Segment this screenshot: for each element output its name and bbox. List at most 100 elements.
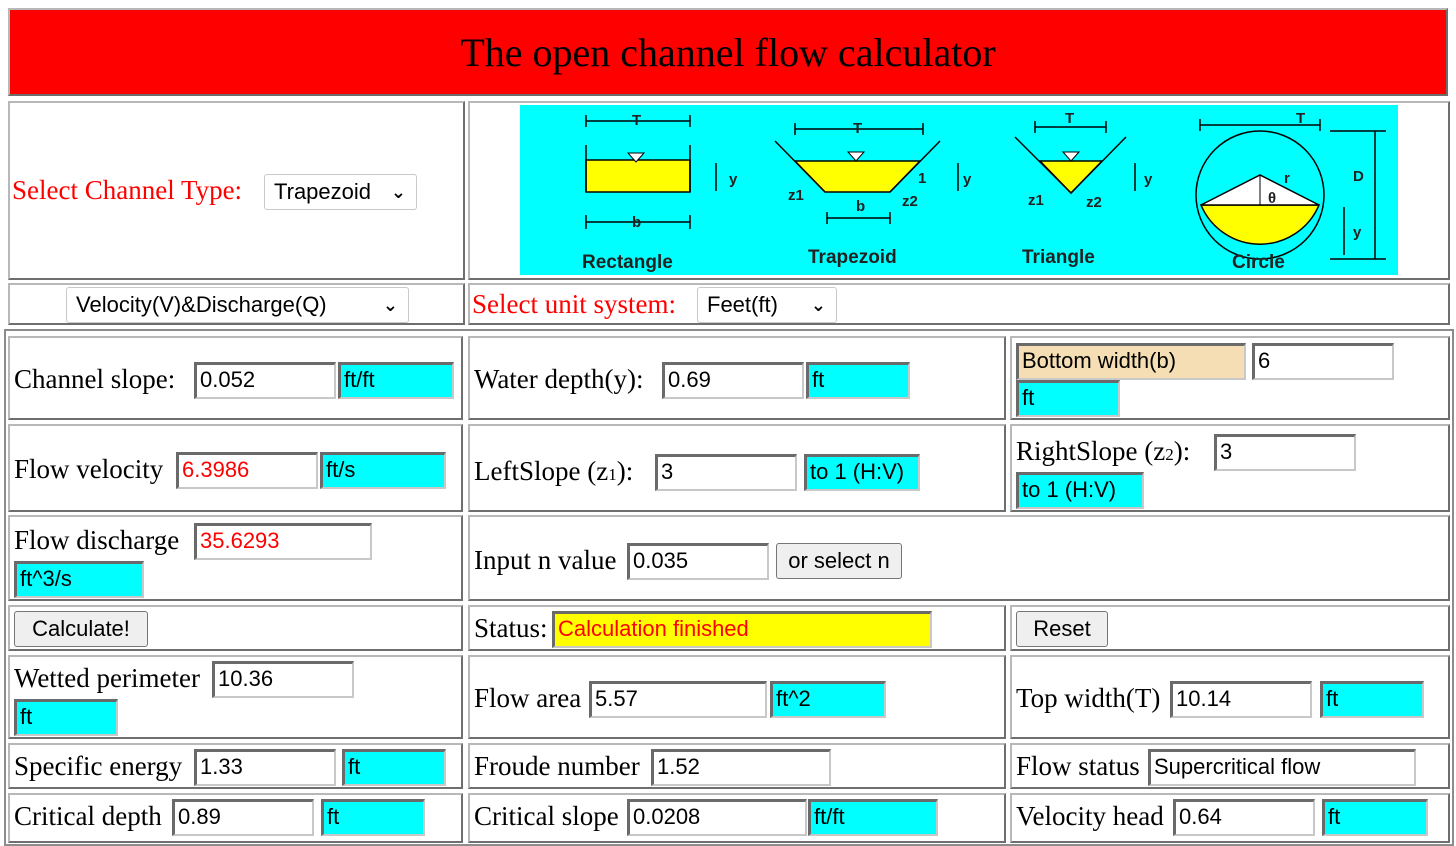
top-width-cell: Top width(T) 10.14 ft <box>1010 655 1450 739</box>
critical-depth-unit[interactable]: ft <box>321 799 425 836</box>
froude-output[interactable]: 1.52 <box>651 749 831 786</box>
left-slope-unit[interactable]: to 1 (H:V) <box>804 454 920 491</box>
top-width-label: Top width(T) <box>1016 683 1161 713</box>
critical-slope-output[interactable]: 0.0208 <box>627 799 807 836</box>
rect-y-label: y <box>729 171 738 188</box>
trapezoid-caption: Trapezoid <box>808 247 897 268</box>
circ-y-label: y <box>1353 224 1362 241</box>
discharge-cell: Flow discharge 35.6293 ft^3/s <box>8 515 463 601</box>
flow-status-output[interactable]: Supercritical flow <box>1148 749 1416 786</box>
calculate-cell: Calculate! <box>8 605 463 651</box>
n-value-cell: Input n value 0.035 or select n <box>468 515 1450 601</box>
channel-type-value: Trapezoid <box>274 179 372 204</box>
n-value-input[interactable]: 0.035 <box>627 543 769 580</box>
trap-b-label: b <box>856 198 865 215</box>
flow-area-output[interactable]: 5.57 <box>589 681 767 718</box>
reset-button[interactable]: Reset <box>1016 611 1108 647</box>
depth-input[interactable]: 0.69 <box>662 362 804 399</box>
trap-y-label: y <box>963 171 972 188</box>
channel-type-cell: Select Channel Type: Trapezoid ⌄ <box>8 101 465 280</box>
right-slope-label: RightSlope (z2): <box>1016 436 1191 466</box>
n-value-label: Input n value <box>474 545 617 575</box>
bottom-width-input[interactable]: 6 <box>1252 343 1394 380</box>
velocity-head-output[interactable]: 0.64 <box>1173 799 1315 836</box>
circle-diagram: T θ r D y Circle <box>1195 110 1386 273</box>
slope-unit[interactable]: ft/ft <box>338 362 454 399</box>
wetted-perimeter-unit[interactable]: ft <box>14 699 118 736</box>
discharge-label: Flow discharge <box>14 525 180 555</box>
triangle-caption: Triangle <box>1022 247 1095 268</box>
slope-cell: Channel slope: 0.052 ft/ft <box>8 336 463 420</box>
trap-z1-label: z1 <box>788 187 804 204</box>
critical-depth-label: Critical depth <box>14 801 162 831</box>
rect-b-label: b <box>632 214 641 231</box>
trap-z2-label: z2 <box>902 193 918 210</box>
channel-shapes-svg: T y b Rectangle T y z1 z2 1 b Trapezoid … <box>582 110 1386 273</box>
critical-slope-label: Critical slope <box>474 801 619 831</box>
unit-system-label: Select unit system: <box>472 289 676 319</box>
tri-z2-label: z2 <box>1086 194 1102 211</box>
discharge-output[interactable]: 35.6293 <box>194 523 372 560</box>
velocity-output[interactable]: 6.3986 <box>176 452 318 489</box>
velocity-head-cell: Velocity head 0.64 ft <box>1010 793 1450 843</box>
slope-input[interactable]: 0.052 <box>194 362 336 399</box>
trap-one-label: 1 <box>918 170 926 187</box>
right-slope-input[interactable]: 3 <box>1214 434 1356 471</box>
wetted-perimeter-cell: Wetted perimeter 10.36 ft <box>8 655 463 739</box>
flow-area-label: Flow area <box>474 683 582 713</box>
right-slope-unit[interactable]: to 1 (H:V) <box>1016 472 1144 509</box>
bottom-width-label: Bottom width(b) <box>1016 343 1246 380</box>
depth-unit[interactable]: ft <box>806 362 910 399</box>
specific-energy-output[interactable]: 1.33 <box>194 749 336 786</box>
specific-energy-label: Specific energy <box>14 751 183 781</box>
critical-depth-output[interactable]: 0.89 <box>172 799 314 836</box>
discharge-unit[interactable]: ft^3/s <box>14 561 144 598</box>
channel-shapes-diagram: T y b Rectangle T y z1 z2 1 b Trapezoid … <box>520 105 1398 275</box>
left-slope-cell: LeftSlope (z1): 3 to 1 (H:V) <box>468 424 1006 512</box>
velocity-head-label: Velocity head <box>1016 801 1164 831</box>
unit-system-value: Feet(ft) <box>707 292 778 317</box>
wetted-perimeter-output[interactable]: 10.36 <box>212 661 354 698</box>
trap-T-label: T <box>853 120 862 137</box>
calc-mode-select[interactable]: Velocity(V)&Discharge(Q) ⌄ <box>66 287 409 323</box>
velocity-label: Flow velocity <box>14 454 164 484</box>
flow-area-unit[interactable]: ft^2 <box>770 681 886 718</box>
channel-type-select[interactable]: Trapezoid ⌄ <box>264 174 417 210</box>
chevron-down-icon: ⌄ <box>810 295 826 315</box>
calculate-button[interactable]: Calculate! <box>14 611 148 647</box>
velocity-cell: Flow velocity 6.3986 ft/s <box>8 424 463 512</box>
critical-depth-cell: Critical depth 0.89 ft <box>8 793 463 843</box>
velocity-head-unit[interactable]: ft <box>1322 799 1428 836</box>
froude-label: Froude number <box>474 751 640 781</box>
circ-T-label: T <box>1296 110 1305 127</box>
unit-system-select[interactable]: Feet(ft) ⌄ <box>697 287 837 323</box>
select-n-button[interactable]: or select n <box>776 543 902 579</box>
page-title-text: The open channel flow calculator <box>460 29 996 75</box>
velocity-unit[interactable]: ft/s <box>320 452 446 489</box>
flow-status-label: Flow status <box>1016 751 1140 781</box>
reset-cell: Reset <box>1010 605 1450 651</box>
trapezoid-diagram: T y z1 z2 1 b Trapezoid <box>774 120 972 268</box>
flow-area-cell: Flow area 5.57 ft^2 <box>468 655 1006 739</box>
top-width-output[interactable]: 10.14 <box>1170 681 1312 718</box>
slope-label: Channel slope: <box>14 364 176 394</box>
critical-slope-unit[interactable]: ft/ft <box>808 799 938 836</box>
bottom-width-unit[interactable]: ft <box>1016 380 1120 417</box>
calc-mode-cell: Velocity(V)&Discharge(Q) ⌄ <box>8 283 465 325</box>
page-title: The open channel flow calculator <box>8 8 1448 96</box>
circ-D-label: D <box>1353 168 1364 185</box>
unit-system-cell: Select unit system: Feet(ft) ⌄ <box>468 283 1450 325</box>
circle-caption: Circle <box>1232 252 1285 273</box>
depth-label: Water depth(y): <box>474 364 644 394</box>
circ-theta-label: θ <box>1268 190 1276 207</box>
status-label: Status: <box>474 613 548 643</box>
left-slope-input[interactable]: 3 <box>655 454 797 491</box>
critical-slope-cell: Critical slope 0.0208 ft/ft <box>468 793 1006 843</box>
left-slope-label: LeftSlope (z1): <box>474 456 634 486</box>
specific-energy-unit[interactable]: ft <box>342 749 446 786</box>
top-width-unit[interactable]: ft <box>1320 681 1424 718</box>
depth-cell: Water depth(y): 0.69 ft <box>468 336 1006 420</box>
chevron-down-icon: ⌄ <box>390 182 406 202</box>
tri-z1-label: z1 <box>1028 192 1044 209</box>
tri-y-label: y <box>1144 171 1153 188</box>
